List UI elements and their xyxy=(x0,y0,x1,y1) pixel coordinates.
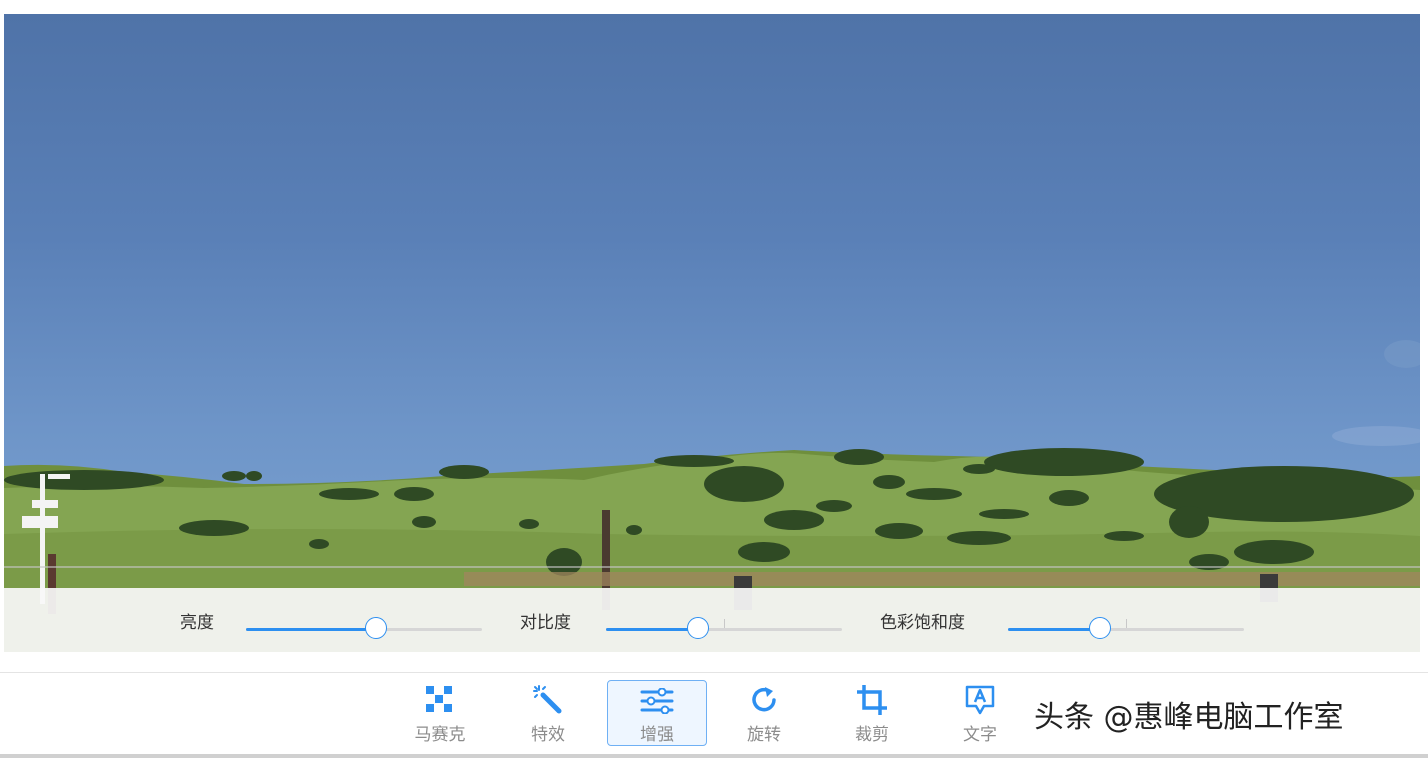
tool-text-label: 文字 xyxy=(963,725,997,745)
saturation-group: 色彩饱和度 xyxy=(880,588,965,652)
contrast-slider-fill xyxy=(606,628,699,631)
tool-effects[interactable]: 特效 xyxy=(498,680,598,746)
text-icon xyxy=(963,684,997,716)
brightness-slider-fill xyxy=(246,628,376,631)
saturation-slider[interactable] xyxy=(1008,617,1244,639)
saturation-center-tick xyxy=(1126,619,1127,628)
tool-text[interactable]: 文字 xyxy=(930,680,1030,746)
contrast-center-tick xyxy=(724,619,725,628)
tool-enhance-label: 增强 xyxy=(640,725,674,745)
contrast-slider-thumb[interactable] xyxy=(687,617,710,639)
tool-crop[interactable]: 裁剪 xyxy=(822,680,922,746)
crop-icon xyxy=(855,684,889,716)
contrast-group: 对比度 xyxy=(520,588,571,652)
window-top-margin xyxy=(0,0,1428,14)
saturation-label: 色彩饱和度 xyxy=(880,612,965,633)
brightness-slider[interactable] xyxy=(246,617,482,639)
sliders-icon xyxy=(640,685,674,716)
tool-mosaic-label: 马赛克 xyxy=(414,725,466,745)
watermark-text: 头条 @惠峰电脑工作室 xyxy=(1034,700,1344,735)
toolbar-divider xyxy=(0,672,1428,673)
brightness-slider-thumb[interactable] xyxy=(364,617,387,639)
rotate-icon xyxy=(747,684,781,716)
tool-enhance[interactable]: 增强 xyxy=(607,680,707,746)
brightness-label: 亮度 xyxy=(180,612,214,633)
tool-rotate-label: 旋转 xyxy=(747,725,781,745)
tool-crop-label: 裁剪 xyxy=(855,725,889,745)
bottom-edge xyxy=(0,754,1428,758)
saturation-slider-fill xyxy=(1008,628,1101,631)
magic-wand-icon xyxy=(531,684,565,716)
contrast-label: 对比度 xyxy=(520,612,571,633)
tool-rotate[interactable]: 旋转 xyxy=(714,680,814,746)
brightness-group: 亮度 xyxy=(180,588,214,652)
photo-canvas[interactable] xyxy=(4,14,1420,652)
adjustment-panel: 亮度 对比度 色彩饱和度 xyxy=(4,588,1420,652)
contrast-slider[interactable] xyxy=(606,617,842,639)
tool-mosaic[interactable]: 马赛克 xyxy=(390,680,490,746)
tool-effects-label: 特效 xyxy=(531,725,565,745)
landscape-image xyxy=(4,340,1420,652)
saturation-slider-thumb[interactable] xyxy=(1089,617,1112,639)
mosaic-icon xyxy=(423,684,457,716)
